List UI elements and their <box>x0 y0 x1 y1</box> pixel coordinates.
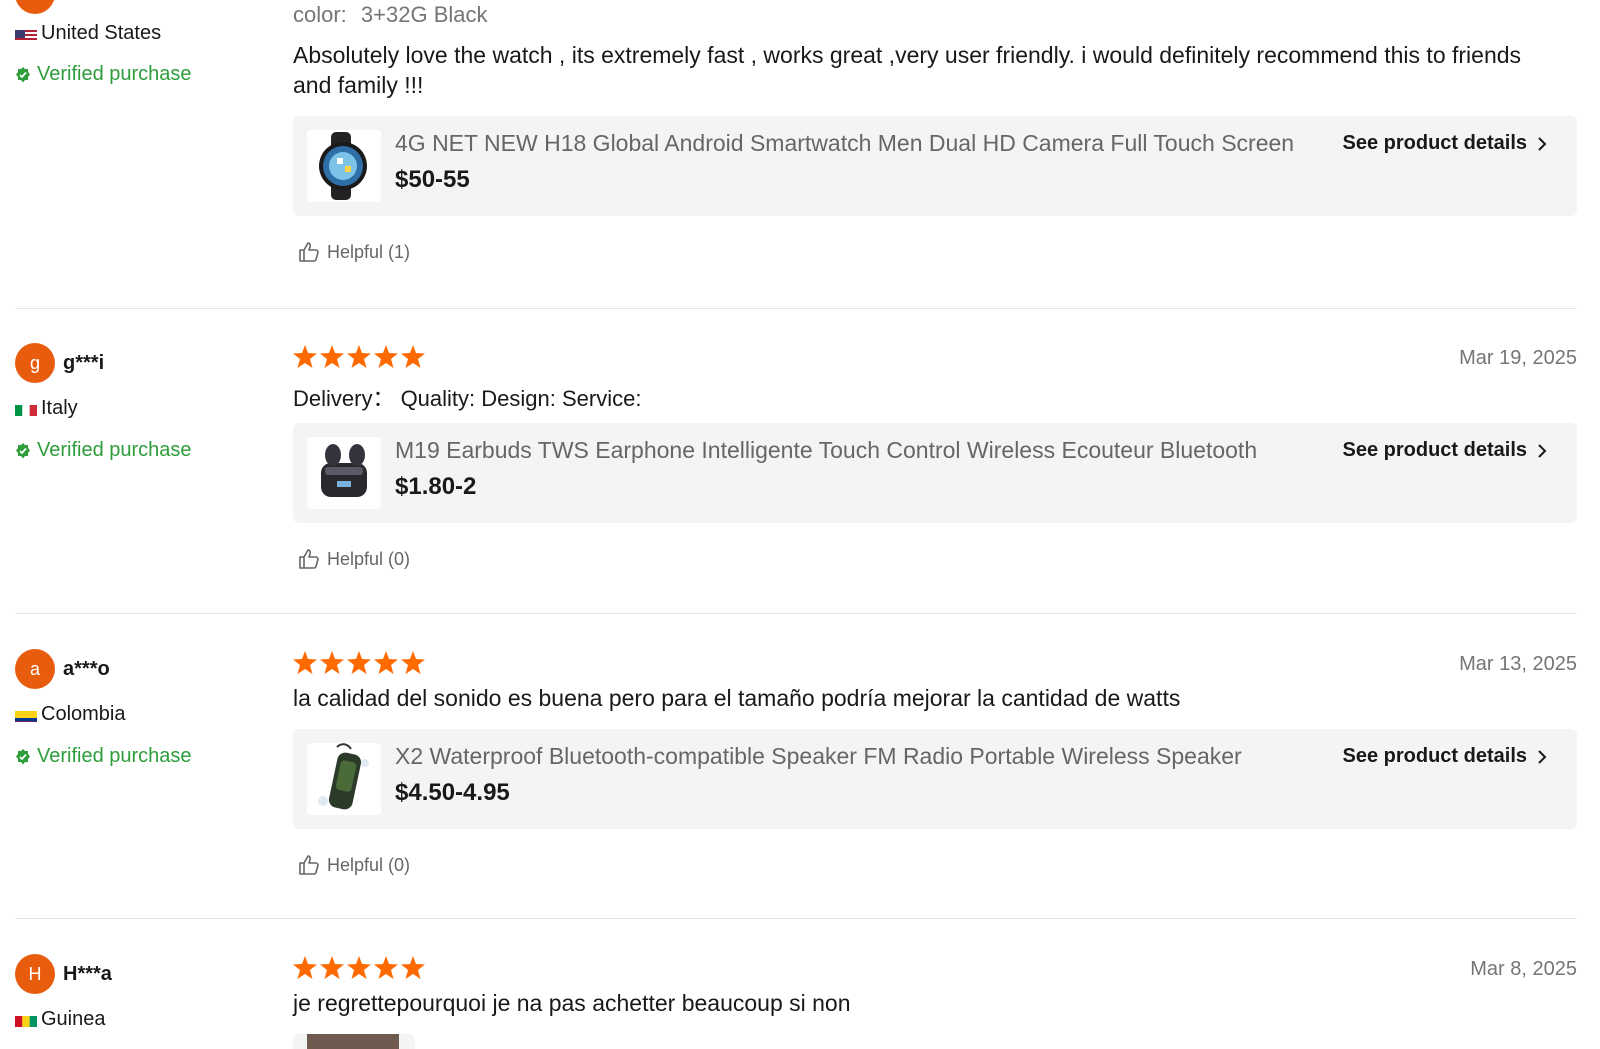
thumbs-up-icon <box>299 549 319 569</box>
star-icon <box>401 651 425 674</box>
avatar: g <box>15 343 55 383</box>
review-text: Absolutely love the watch , its extremel… <box>293 42 1522 98</box>
review-attributes: color: 3+32G Black <box>293 2 488 28</box>
verified-label: Verified purchase <box>37 745 192 767</box>
helpful-button[interactable]: Helpful (0) <box>297 547 410 571</box>
helpful-label: Helpful (0) <box>327 548 411 569</box>
country-name: Italy <box>41 397 78 419</box>
review-date: Mar 8, 2025 <box>1470 958 1577 980</box>
star-icon <box>347 956 371 979</box>
review-text: je regrettepourquoi je na pas achetter b… <box>293 990 851 1016</box>
product-title[interactable]: X2 Waterproof Bluetooth-compatible Speak… <box>395 743 1295 770</box>
reviewer-country: Italy <box>15 397 78 420</box>
helpful-button[interactable]: Helpful (1) <box>297 240 410 264</box>
verified-badge-icon <box>16 442 30 458</box>
helpful-label: Helpful (0) <box>327 854 411 875</box>
helpful-button[interactable]: Helpful (0) <box>297 853 410 877</box>
product-card[interactable]: X2 Waterproof Bluetooth-compatible Speak… <box>293 729 1577 829</box>
product-title[interactable]: M19 Earbuds TWS Earphone Intelligente To… <box>395 437 1295 464</box>
star-icon <box>293 345 317 368</box>
see-product-details-link[interactable]: See product details <box>1343 439 1548 462</box>
star-icon <box>347 651 371 674</box>
star-icon <box>347 345 371 368</box>
attr-value: 3+32G Black <box>360 2 488 27</box>
product-price: $4.50-4.95 <box>395 779 510 806</box>
review-date: Mar 19, 2025 <box>1459 347 1577 369</box>
review-attributes: Delivery： Quality: Design: Service: <box>293 386 642 411</box>
see-product-details-link[interactable]: See product details <box>1343 132 1548 155</box>
reviewer-country: United States <box>15 22 161 45</box>
review-photo[interactable] <box>293 1034 415 1049</box>
verified-label: Verified purchase <box>37 63 192 85</box>
star-icon <box>293 956 317 979</box>
star-icon <box>293 651 317 674</box>
product-thumbnail[interactable] <box>307 437 381 509</box>
verified-label: Verified purchase <box>37 439 192 461</box>
product-price: $50-55 <box>395 166 470 193</box>
product-title[interactable]: 4G NET NEW H18 Global Android Smartwatch… <box>395 130 1295 157</box>
star-rating <box>293 651 425 674</box>
flag-icon <box>15 1013 37 1027</box>
verified-purchase: Verified purchase <box>15 745 192 768</box>
star-icon <box>374 345 398 368</box>
star-icon <box>401 345 425 368</box>
avatar <box>15 0 55 14</box>
star-icon <box>401 956 425 979</box>
chevron-right-icon <box>1538 136 1547 151</box>
reviewer-name: g***i <box>63 352 105 374</box>
avatar: a <box>15 649 55 689</box>
see-product-details-label: See product details <box>1342 132 1528 154</box>
star-icon <box>320 345 344 368</box>
review-text: la calidad del sonido es buena pero para… <box>293 685 1181 711</box>
chevron-right-icon <box>1538 749 1547 764</box>
product-thumbnail[interactable] <box>307 130 381 202</box>
star-icon <box>374 651 398 674</box>
star-icon <box>374 956 398 979</box>
avatar: H <box>15 954 55 994</box>
thumbs-up-icon <box>299 855 319 875</box>
chevron-right-icon <box>1538 443 1547 458</box>
review-divider <box>15 918 1577 919</box>
country-name: Colombia <box>41 703 126 725</box>
product-card[interactable]: 4G NET NEW H18 Global Android Smartwatch… <box>293 116 1577 216</box>
star-rating <box>293 956 425 979</box>
reviewer-name: H***a <box>63 963 112 985</box>
star-rating <box>293 345 425 368</box>
star-icon <box>320 651 344 674</box>
flag-icon <box>15 708 37 722</box>
see-product-details-label: See product details <box>1342 745 1528 767</box>
review-date: Mar 13, 2025 <box>1459 653 1577 675</box>
verified-purchase: Verified purchase <box>15 439 192 462</box>
product-thumbnail[interactable] <box>307 743 381 815</box>
reviewer-name: a***o <box>63 658 110 680</box>
country-name: United States <box>41 22 162 44</box>
review-divider <box>15 613 1577 614</box>
flag-icon <box>15 402 37 416</box>
see-product-details-label: See product details <box>1342 439 1528 461</box>
helpful-label: Helpful (1) <box>327 241 411 262</box>
country-name: Guinea <box>41 1008 106 1030</box>
reviewer-country: Guinea <box>15 1008 106 1031</box>
review-divider <box>15 308 1577 309</box>
star-icon <box>320 956 344 979</box>
verified-badge-icon <box>16 66 30 82</box>
product-price: $1.80-2 <box>395 473 477 500</box>
verified-badge-icon <box>16 748 30 764</box>
see-product-details-link[interactable]: See product details <box>1343 745 1548 768</box>
thumbs-up-icon <box>299 242 319 262</box>
attr-key: color: <box>293 2 347 27</box>
product-card[interactable]: M19 Earbuds TWS Earphone Intelligente To… <box>293 423 1577 523</box>
reviewer-country: Colombia <box>15 703 125 726</box>
verified-purchase: Verified purchase <box>15 63 192 86</box>
flag-icon <box>15 27 37 41</box>
